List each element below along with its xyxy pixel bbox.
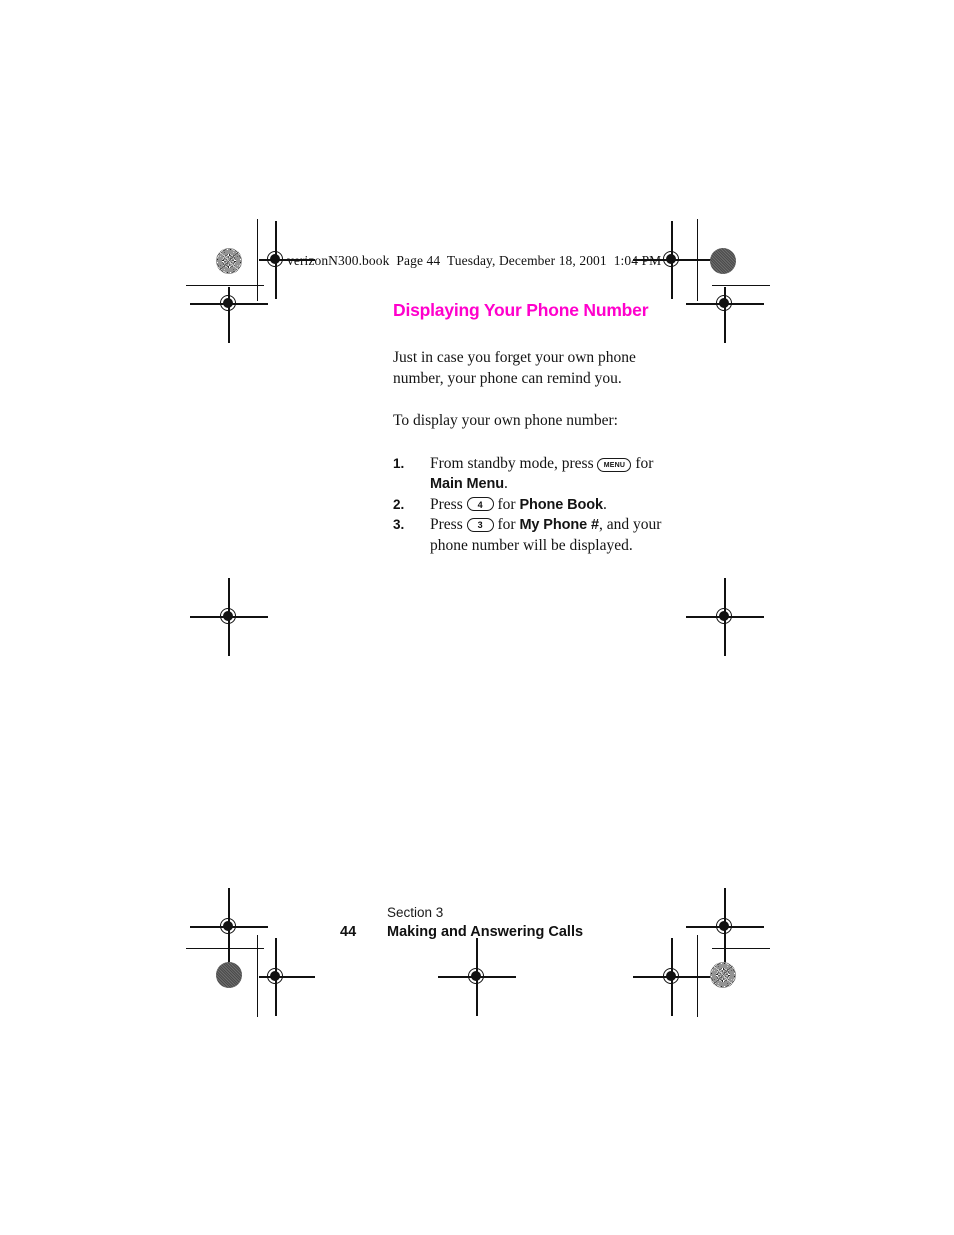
registration-mark-lower-left-corner [190,888,268,966]
registration-mark-lower-right-corner [686,888,764,966]
registration-mark-upper-left-corner [190,287,268,343]
step-text-after: . [504,475,508,492]
lead-in-paragraph: To display your own phone number: [393,412,618,429]
footer-section-label: Section 3 [387,905,444,920]
page-content: Displaying Your Phone Number Just in cas… [393,300,668,556]
step-bold-label: Phone Book [519,496,604,513]
list-item: 1. From standby mode, press MENU for Mai… [393,454,668,495]
step-text-before: Press [430,516,463,533]
step-text-before: Press [430,495,463,513]
registration-vbar-icon [671,221,673,299]
footer-chapter-title: Making and Answering Calls [387,924,584,940]
registration-vbar-icon [228,287,230,343]
step-text-before: From standby mode, press [430,454,594,472]
number-key-3-icon: 3 [466,517,494,532]
instruction-steps-list: 1. From standby mode, press MENU for Mai… [393,454,668,557]
list-item: 2. Press 4 for Phone Book. [393,495,668,516]
step-bold-label: Main Menu [430,476,505,492]
registration-vbar-icon [476,938,478,1016]
step-text-after: . [603,495,607,513]
registration-vbar-icon [724,888,726,966]
trim-line-right-outer-bottom [697,935,699,1017]
step-number: 3. [393,517,405,532]
registration-vbar-icon [671,938,673,1016]
number-key-4-icon: 4 [466,497,494,511]
step-text-mid: for [497,495,516,513]
registration-vbar-icon [275,221,277,299]
page-footer: Section 3 44 Making and Answering Calls [340,905,583,940]
step-bold-label: My Phone # [519,517,600,533]
registration-mark-middle-right [686,578,764,656]
registration-mark-bottom-right [633,938,711,1016]
halftone-star-mark-top-left [216,248,242,274]
trim-line-right-outer [697,219,699,301]
step-number: 2. [393,496,405,512]
menu-key-icon: MENU [597,457,632,472]
registration-vbar-icon [228,888,230,966]
page-title: Displaying Your Phone Number [393,300,649,320]
list-item: 3. Press 3 for My Phone #, and your phon… [393,515,668,556]
registration-vbar-icon [228,578,230,656]
registration-mark-middle-left [190,578,268,656]
file-slug-header: verizonN300.book Page 44 Tuesday, Decemb… [287,253,662,268]
step-number: 1. [393,455,405,471]
registration-vbar-icon [275,938,277,1016]
registration-mark-bottom-center [438,938,516,1016]
step-text-mid: for [635,454,654,472]
registration-mark-upper-right-corner [686,287,764,343]
footer-main-line: 44 Making and Answering Calls [340,924,583,940]
halftone-star-mark-bottom-right [710,962,736,988]
footer-page-number: 44 [340,924,357,940]
intro-paragraph: Just in case you forget your own phone n… [393,349,636,387]
trim-line-bottom-right-horizontal [712,948,770,950]
step-text-mid: for [497,516,516,533]
registration-vbar-icon [724,287,726,343]
registration-vbar-icon [724,578,726,656]
halftone-solid-mark-bottom-left [216,962,242,988]
registration-mark-bottom-left [259,938,315,1016]
registration-hbar-icon [259,976,315,978]
trim-line-bottom-left-horizontal [186,948,264,950]
halftone-solid-mark-top-right [710,248,736,274]
